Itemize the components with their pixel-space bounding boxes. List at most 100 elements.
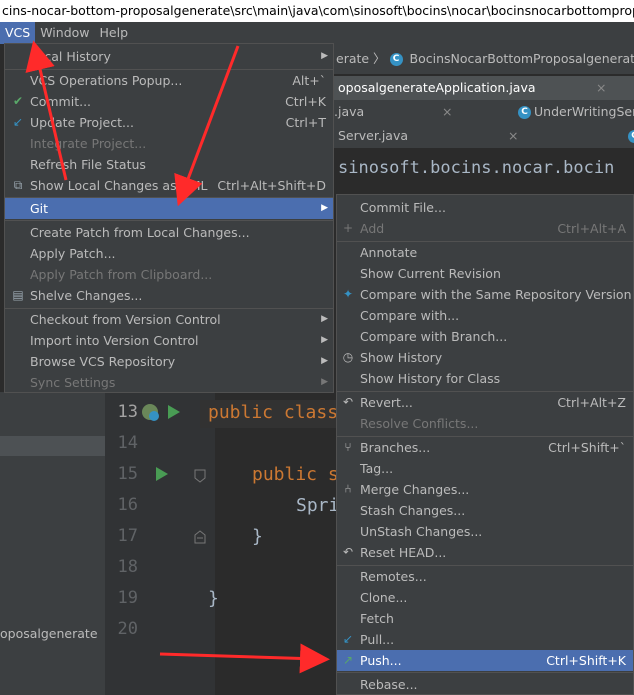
menu-item-fetch[interactable]: Fetch xyxy=(337,608,633,629)
editor-tab-row-1: oposalgenerateApplication.java × xyxy=(330,76,634,100)
menu-item-reset-head[interactable]: ↶ Reset HEAD... xyxy=(337,542,633,563)
menu-item-stash-changes[interactable]: Stash Changes... xyxy=(337,500,633,521)
line-number: 13 xyxy=(117,402,138,422)
menu-item-refresh-file-status[interactable]: Refresh File Status xyxy=(5,154,333,175)
project-item[interactable]: oposalgenerate xyxy=(0,626,105,644)
menu-item-compare-with[interactable]: Compare with... xyxy=(337,305,633,326)
menu-item-show-current-revision[interactable]: Show Current Revision xyxy=(337,263,633,284)
class-icon: C xyxy=(628,124,634,148)
project-selected-row[interactable] xyxy=(0,436,105,456)
code-line-16: Spri xyxy=(296,495,340,516)
package-line: sinosoft.bocins.nocar.bocin xyxy=(330,148,634,188)
menu-item-rebase[interactable]: Rebase... xyxy=(337,674,633,695)
revert-icon: ↶ xyxy=(342,395,354,409)
menu-item-remotes[interactable]: Remotes... xyxy=(337,566,633,587)
menu-item-checkout-vc[interactable]: Checkout from Version Control ▶ xyxy=(5,309,333,330)
menu-item-annotate[interactable]: Annotate xyxy=(337,242,633,263)
menu-separator xyxy=(337,672,633,673)
menu-item-add: + Add Ctrl+Alt+A xyxy=(337,218,633,239)
menu-item-unstash-changes[interactable]: UnStash Changes... xyxy=(337,521,633,542)
menu-item-resolve-conflicts: Resolve Conflicts... xyxy=(360,416,479,431)
code-line-13: public class xyxy=(208,402,339,423)
menu-item-push[interactable]: ↗ Push... Ctrl+Shift+K xyxy=(337,650,633,671)
menu-item-browse-vcs-repo[interactable]: Browse VCS Repository ▶ xyxy=(5,351,333,372)
menu-item-apply-patch[interactable]: Apply Patch... xyxy=(5,243,333,264)
menu-item-integrate-project: Integrate Project... xyxy=(30,136,147,151)
submenu-arrow-icon: ▶ xyxy=(321,356,328,366)
tab-underwriting[interactable]: C UnderWritingSer xyxy=(518,100,634,124)
tab-underwriting-label: UnderWritingSer xyxy=(534,104,634,119)
tab-server[interactable]: Server.java xyxy=(338,124,408,148)
line-number: 15 xyxy=(117,464,138,484)
menu-bar: VCS Window Help xyxy=(0,22,634,44)
editor-tab-row-2: .java × C UnderWritingSer xyxy=(330,100,634,124)
merge-icon: ⑃ xyxy=(344,482,352,496)
code-line-15: public s xyxy=(252,464,339,485)
menu-item-show-history[interactable]: ◷ Show History xyxy=(337,347,633,368)
menu-item-compare-with-branch[interactable]: Compare with Branch... xyxy=(337,326,633,347)
breadcrumb[interactable]: erate 〉 xyxy=(330,51,386,66)
vcs-menu: Local History ▶ VCS Operations Popup... Al… xyxy=(4,43,334,393)
check-icon: ✔ xyxy=(12,94,24,108)
menu-item-merge-changes[interactable]: ⑃ Merge Changes... xyxy=(337,479,633,500)
menu-item-apply-patch-clipboard: Apply Patch from Clipboard... xyxy=(30,267,213,282)
menu-item-local-history[interactable]: Local History ▶ xyxy=(5,46,333,67)
spring-bean-icon[interactable] xyxy=(140,402,162,424)
menu-help[interactable]: Help xyxy=(95,22,134,44)
tab-close-icon[interactable]: × xyxy=(442,100,452,124)
line-number: 19 xyxy=(117,588,138,608)
menu-item-clone[interactable]: Clone... xyxy=(337,587,633,608)
submenu-arrow-icon: ▶ xyxy=(321,377,328,387)
menu-item-pull[interactable]: ↙ Pull... xyxy=(337,629,633,650)
menu-item-show-history-class[interactable]: Show History for Class xyxy=(337,368,633,389)
menu-item-shelve-changes[interactable]: ▤ Shelve Changes... xyxy=(5,285,333,306)
menu-item-commit[interactable]: ✔ Commit... Ctrl+K xyxy=(5,91,333,112)
menu-item-branches[interactable]: ⑂ Branches... Ctrl+Shift+` xyxy=(337,437,633,458)
update-arrow-icon: ↙ xyxy=(12,115,24,129)
compare-icon: ✦ xyxy=(342,287,354,301)
menu-item-compare-same-repo[interactable]: ✦ Compare with the Same Repository Versio… xyxy=(337,284,633,305)
push-arrow-icon: ↗ xyxy=(342,653,354,667)
branch-icon: ⑂ xyxy=(344,440,352,454)
plus-icon: + xyxy=(342,221,354,235)
history-clock-icon: ◷ xyxy=(342,350,354,364)
git-submenu: Commit File... + Add Ctrl+Alt+A Annotate S… xyxy=(336,194,634,695)
navigation-bar: erate 〉 C BocinsNocarBottomProposalgener… xyxy=(330,44,634,74)
line-number: 20 xyxy=(117,619,138,639)
menu-item-tag[interactable]: Tag... xyxy=(337,458,633,479)
menu-item-show-local-changes-uml[interactable]: ⧉ Show Local Changes as UML Ctrl+Alt+Shift… xyxy=(5,175,333,196)
menu-item-commit-file[interactable]: Commit File... xyxy=(337,197,633,218)
window-title: cins-nocar-bottom-proposalgenerate\src\m… xyxy=(0,0,634,22)
run-icon[interactable] xyxy=(168,405,180,419)
code-line-17: } xyxy=(252,526,263,547)
run-icon[interactable] xyxy=(156,467,168,481)
menu-separator xyxy=(5,220,333,221)
reset-icon: ↶ xyxy=(342,545,354,559)
uml-diagram-icon: ⧉ xyxy=(13,178,23,192)
menu-item-revert[interactable]: ↶ Revert... Ctrl+Alt+Z xyxy=(337,392,633,413)
pull-arrow-icon: ↙ xyxy=(342,632,354,646)
fold-icon[interactable] xyxy=(194,469,206,483)
submenu-arrow-icon: ▶ xyxy=(321,203,328,213)
menu-window[interactable]: Window xyxy=(35,22,94,44)
menu-vcs[interactable]: VCS xyxy=(0,22,36,44)
menu-item-import-vc[interactable]: Import into Version Control ▶ xyxy=(5,330,333,351)
fold-icon[interactable] xyxy=(194,530,206,544)
line-number: 16 xyxy=(117,495,138,515)
menu-item-git[interactable]: Git ▶ xyxy=(5,198,333,219)
menu-item-vcs-operations-popup[interactable]: VCS Operations Popup... Alt+` xyxy=(5,70,333,91)
line-number: 17 xyxy=(117,526,138,546)
menu-item-update-project[interactable]: ↙ Update Project... Ctrl+T xyxy=(5,112,333,133)
menu-item-sync-settings: Sync Settings ▶ xyxy=(5,372,333,393)
breadcrumb-class[interactable]: BocinsNocarBottomProposalgenerateApplica… xyxy=(410,51,634,66)
tab-application[interactable]: oposalgenerateApplication.java xyxy=(338,76,536,100)
class-icon: C xyxy=(518,106,531,119)
tab-java[interactable]: .java xyxy=(334,100,364,124)
shelve-icon: ▤ xyxy=(12,288,24,302)
menu-item-create-patch[interactable]: Create Patch from Local Changes... xyxy=(5,222,333,243)
line-number: 18 xyxy=(117,557,138,577)
tab-close-icon[interactable]: × xyxy=(596,76,606,100)
line-number: 14 xyxy=(117,433,138,453)
submenu-arrow-icon: ▶ xyxy=(321,314,328,324)
tab-close-icon[interactable]: × xyxy=(508,124,518,148)
